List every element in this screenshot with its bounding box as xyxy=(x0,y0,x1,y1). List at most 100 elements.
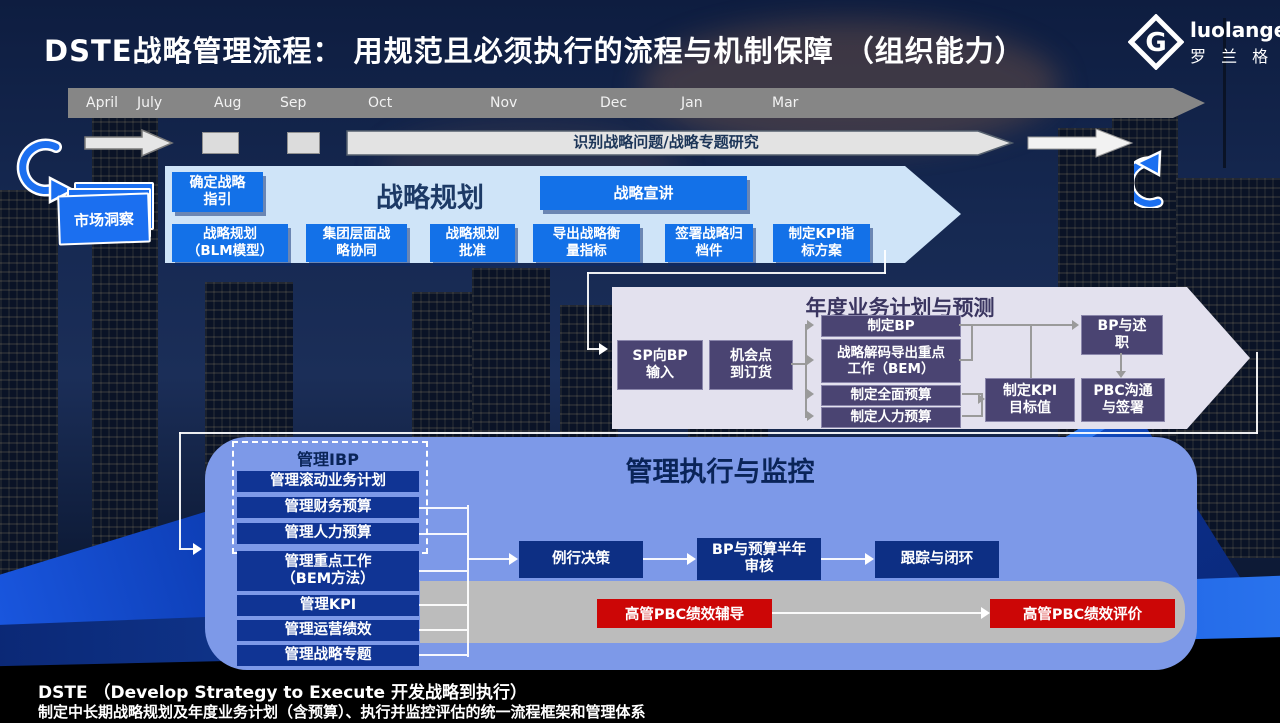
connector-line xyxy=(179,432,181,550)
connector-arrow xyxy=(509,553,518,565)
connector-arrow xyxy=(807,389,814,399)
pbc-coach-label: 高管PBC绩效辅导 xyxy=(625,603,744,624)
connector-line xyxy=(419,533,467,535)
exec-item: 管理重点工作 （BEM方法） xyxy=(237,551,419,591)
connector-line xyxy=(587,272,589,350)
market-insight-card: 市场洞察 xyxy=(56,178,156,244)
timeline-month: July xyxy=(137,95,162,111)
timeline-month: Mar xyxy=(772,95,798,111)
timeline-month: Oct xyxy=(368,95,392,111)
connector-line xyxy=(772,612,984,614)
exec-item: 管理人力预算 xyxy=(237,523,419,544)
connector-line xyxy=(467,558,511,560)
strategy-step: 制定KPI指 标方案 xyxy=(773,224,870,262)
ibp-header: 管理IBP xyxy=(232,446,424,470)
annual-step-budget-hr: 制定人力预算 xyxy=(821,407,961,428)
exec-item: 管理KPI xyxy=(237,595,419,616)
annual-step-pbc-sign: PBC沟通 与签署 xyxy=(1081,378,1165,422)
small-arrow-right-icon xyxy=(1026,126,1136,160)
connector-arrow xyxy=(807,411,814,421)
connector-line xyxy=(1256,352,1258,434)
connector-line xyxy=(821,558,867,560)
timeline-month: Sep xyxy=(280,95,306,111)
timeline-arrow-tip xyxy=(1173,88,1205,118)
strategy-step-guide: 确定战略 指引 xyxy=(172,172,263,212)
connector-line xyxy=(805,324,807,418)
connector-line xyxy=(962,415,981,417)
connector-line xyxy=(971,324,973,361)
timeline-block xyxy=(202,132,239,154)
timeline-month: Dec xyxy=(600,95,627,111)
strategy-step: 战略规划 （BLM模型） xyxy=(172,224,288,262)
connector-line xyxy=(643,558,689,560)
connector-line xyxy=(179,548,193,550)
timeline-month: Jan xyxy=(681,95,703,111)
connector-line xyxy=(587,272,886,274)
connector-line xyxy=(419,654,467,656)
cycle-arrow-right-icon xyxy=(1134,146,1196,208)
flow-step: 例行决策 xyxy=(519,541,643,578)
connector-arrow xyxy=(193,543,202,555)
connector-line xyxy=(419,629,467,631)
logo-diamond-icon: G xyxy=(1128,14,1184,70)
slide: DSTE战略管理流程： 用规范且必须执行的流程与机制保障 （组织能力） G lu… xyxy=(0,0,1280,723)
connector-arrow xyxy=(807,320,814,330)
strategy-step: 集团层面战 略协同 xyxy=(306,224,407,262)
annual-step-kpi-target: 制定KPI 目标值 xyxy=(985,378,1075,422)
annual-step-decode: 战略解码导出重点 工作（BEM） xyxy=(821,339,961,383)
pbc-eval-label: 高管PBC绩效评价 xyxy=(1023,603,1142,624)
connector-line xyxy=(179,432,1258,434)
page-title: DSTE战略管理流程： 用规范且必须执行的流程与机制保障 （组织能力） xyxy=(44,28,1104,70)
market-insight-label: 市场洞察 xyxy=(74,207,135,230)
logo: G luolanger 罗 兰 格 xyxy=(1128,10,1278,76)
connector-line xyxy=(419,507,467,509)
connector-arrow xyxy=(978,394,985,404)
logo-name-en: luolanger xyxy=(1190,18,1280,42)
execution-title: 管理执行与监控 xyxy=(600,450,840,489)
connector-line xyxy=(884,250,886,274)
strategy-title: 战略规划 xyxy=(340,176,520,215)
connector-line xyxy=(419,604,467,606)
pbc-eval-box: 高管PBC绩效评价 xyxy=(990,599,1175,628)
timeline-bar: April July Aug Sep Oct Nov Dec Jan Mar xyxy=(68,88,1173,118)
annual-step-bp-report: BP与述 职 xyxy=(1081,315,1163,355)
annual-step-make-bp: 制定BP xyxy=(821,315,961,337)
strategy-step-preach: 战略宣讲 xyxy=(540,176,747,210)
timeline-block xyxy=(287,132,320,154)
flow-step: 跟踪与闭环 xyxy=(875,541,999,578)
strategy-step: 战略规划 批准 xyxy=(430,224,515,262)
connector-arrow xyxy=(865,553,874,565)
connector-line xyxy=(419,570,467,572)
pbc-coach-box: 高管PBC绩效辅导 xyxy=(597,599,772,628)
timeline-month: Nov xyxy=(490,95,517,111)
research-arrow-label: 识别战略问题/战略专题研究 xyxy=(346,131,986,152)
connector-line xyxy=(467,505,469,657)
annual-step-sp-input: SP向BP 输入 xyxy=(617,340,703,390)
timeline-month: April xyxy=(86,95,118,111)
timeline-month: Aug xyxy=(214,95,241,111)
connector-arrow xyxy=(687,553,696,565)
annual-step-opportunity: 机会点 到订货 xyxy=(709,340,793,390)
flow-step: BP与预算半年 审核 xyxy=(697,538,821,580)
logo-name-cn: 罗 兰 格 xyxy=(1190,43,1273,67)
connector-line xyxy=(1030,325,1032,378)
connector-arrow xyxy=(1116,371,1126,378)
connector-line xyxy=(959,324,1072,326)
annual-step-budget-full: 制定全面预算 xyxy=(821,385,961,406)
svg-text:G: G xyxy=(1145,28,1166,58)
strategy-step: 签署战略归 档件 xyxy=(665,224,753,262)
small-arrow-right-icon xyxy=(84,128,176,158)
exec-item: 管理战略专题 xyxy=(237,645,419,666)
connector-line xyxy=(1120,353,1122,371)
connector-arrow xyxy=(1072,320,1079,330)
market-insight-label-box: 市场洞察 xyxy=(57,192,151,245)
footer-line1: DSTE （Develop Strategy to Execute 开发战略到执… xyxy=(38,678,527,703)
footer-line2: 制定中长期战略规划及年度业务计划（含预算）、执行并监控评估的统一流程框架和管理体… xyxy=(38,701,646,722)
connector-arrow xyxy=(981,607,990,619)
strategy-step: 导出战略衡 量指标 xyxy=(533,224,640,262)
exec-item: 管理运营绩效 xyxy=(237,620,419,641)
exec-item: 管理财务预算 xyxy=(237,497,419,518)
connector-arrow xyxy=(599,343,608,355)
connector-line xyxy=(791,363,805,365)
connector-line xyxy=(587,348,599,350)
